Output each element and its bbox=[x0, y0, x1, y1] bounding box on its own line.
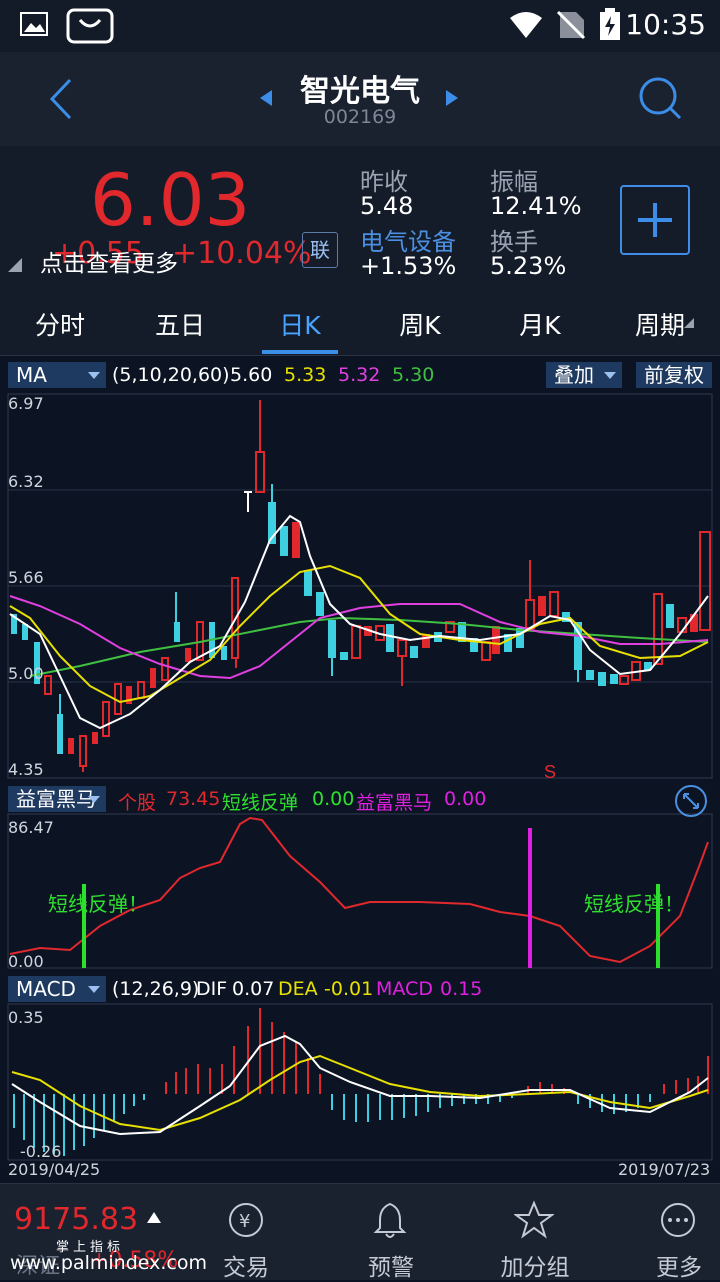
tab-weekly-k[interactable]: 周K bbox=[360, 306, 480, 342]
price-axis-bottom: 4.35 bbox=[8, 760, 44, 779]
expand-corner-icon bbox=[8, 258, 22, 272]
macd-label: MACD bbox=[376, 978, 433, 1000]
tab-period[interactable]: 周期 bbox=[600, 306, 720, 342]
status-bar: 10:35 bbox=[0, 0, 720, 52]
nav-bar: 智光电气 002169 bbox=[0, 52, 720, 146]
price-axis-2: 6.32 bbox=[8, 472, 44, 491]
price-change-pct: +10.04% bbox=[172, 236, 312, 271]
rebound-annotation-2: 短线反弹！ bbox=[584, 892, 684, 916]
quote-panel: 6.03 +0.55 +10.04% 点击查看更多 联 昨收 5.48 电气设备… bbox=[0, 146, 720, 294]
rebound-annotation-1: 短线反弹！ bbox=[48, 892, 148, 916]
tab-five-day[interactable]: 五日 bbox=[120, 306, 240, 342]
indicator-rebound-label: 短线反弹 bbox=[222, 792, 299, 814]
dif-value: 0.07 bbox=[232, 978, 275, 1000]
chevron-down-icon bbox=[88, 796, 100, 803]
macd-axis-top: 0.35 bbox=[8, 1008, 44, 1027]
clock: 10:35 bbox=[625, 8, 706, 41]
index-up-icon bbox=[147, 1212, 161, 1223]
wifi-icon bbox=[510, 12, 542, 38]
turnover-value: 5.23% bbox=[490, 252, 567, 280]
nav-trade[interactable]: 交易 bbox=[186, 1248, 306, 1282]
nav-alert[interactable]: 预警 bbox=[331, 1248, 451, 1282]
trade-icon: ¥ bbox=[229, 1203, 263, 1237]
add-watchlist-button[interactable] bbox=[620, 185, 690, 255]
tab-intraday[interactable]: 分时 bbox=[0, 306, 120, 342]
dif-label: DIF bbox=[196, 978, 228, 1000]
dea-label: DEA bbox=[278, 978, 318, 1000]
price-axis-3: 5.66 bbox=[8, 568, 44, 587]
price-axis-top: 6.97 bbox=[8, 394, 44, 413]
sector-change: +1.53% bbox=[360, 252, 457, 280]
period-tabs: 分时 五日 日K 周K 月K 周期 bbox=[0, 294, 720, 356]
macd-axis-bottom: -0.26 bbox=[20, 1142, 62, 1161]
active-tab-indicator bbox=[262, 350, 338, 354]
more-icon bbox=[661, 1203, 695, 1237]
tab-daily-k[interactable]: 日K bbox=[240, 306, 360, 342]
next-stock-icon[interactable] bbox=[444, 88, 460, 108]
kline-chart[interactable]: S bbox=[0, 356, 720, 1183]
bell-icon bbox=[373, 1202, 407, 1238]
sell-marker: S bbox=[544, 762, 556, 782]
indicator-blackhorse-value: 0.00 bbox=[444, 788, 487, 810]
indicator-stock-label: 个股 bbox=[118, 792, 157, 814]
plus-icon bbox=[638, 203, 672, 237]
macd-dropdown[interactable]: MACD bbox=[8, 976, 106, 1002]
index-value[interactable]: 9175.83 bbox=[14, 1202, 138, 1237]
chevron-down-icon bbox=[88, 986, 100, 993]
period-corner-icon bbox=[684, 318, 694, 328]
fullscreen-icon[interactable] bbox=[674, 784, 708, 818]
macd-value: 0.15 bbox=[440, 978, 483, 1000]
stock-name: 智光电气 bbox=[300, 74, 420, 109]
linked-button[interactable]: 联 bbox=[302, 232, 338, 268]
indicator-dropdown[interactable]: 益富黑马 bbox=[8, 786, 106, 812]
macd-dropdown-label: MACD bbox=[16, 977, 76, 1001]
nav-more[interactable]: 更多 bbox=[619, 1248, 720, 1282]
nav-watchlist[interactable]: 加分组 bbox=[475, 1248, 595, 1282]
battery-charging-icon bbox=[600, 8, 620, 40]
dea-value: -0.01 bbox=[324, 978, 374, 1000]
indicator-rebound-value: 0.00 bbox=[312, 788, 355, 810]
macd-params: (12,26,9) bbox=[112, 978, 200, 1000]
date-start: 2019/04/25 bbox=[8, 1160, 101, 1179]
indicator-stock-value: 73.45 bbox=[166, 788, 221, 810]
chart-area: MA (5,10,20,60) 5.60 5.33 5.32 5.30 叠加 前… bbox=[0, 356, 720, 1183]
dif-line bbox=[11, 1034, 709, 1136]
star-icon bbox=[514, 1200, 554, 1239]
indicator-blackhorse-label: 益富黑马 bbox=[356, 792, 433, 814]
dea-line bbox=[11, 1054, 709, 1132]
stock-code: 002169 bbox=[323, 106, 397, 128]
svg-text:¥: ¥ bbox=[239, 1211, 250, 1232]
shopping-bag-icon bbox=[66, 8, 114, 44]
date-end: 2019/07/23 bbox=[618, 1160, 711, 1179]
price-axis-4: 5.00 bbox=[8, 664, 44, 683]
indicator-axis-bottom: 0.00 bbox=[8, 952, 44, 971]
indicator-axis-top: 86.47 bbox=[8, 818, 54, 837]
more-info-link[interactable]: 点击查看更多 bbox=[40, 244, 178, 278]
image-notification-icon bbox=[20, 12, 48, 36]
indicator-dropdown-label: 益富黑马 bbox=[16, 787, 96, 811]
prev-close-value: 5.48 bbox=[360, 192, 414, 220]
watermark: www.palmindex.com bbox=[10, 1252, 208, 1274]
amplitude-value: 12.41% bbox=[490, 192, 582, 220]
bottom-nav: 9175.83 深证 +0.58% 掌上指标 www.palmindex.com… bbox=[0, 1183, 720, 1282]
current-price: 6.03 bbox=[90, 158, 251, 242]
search-icon[interactable] bbox=[636, 74, 684, 122]
tab-monthly-k[interactable]: 月K bbox=[480, 306, 600, 342]
no-sim-icon bbox=[556, 10, 586, 40]
